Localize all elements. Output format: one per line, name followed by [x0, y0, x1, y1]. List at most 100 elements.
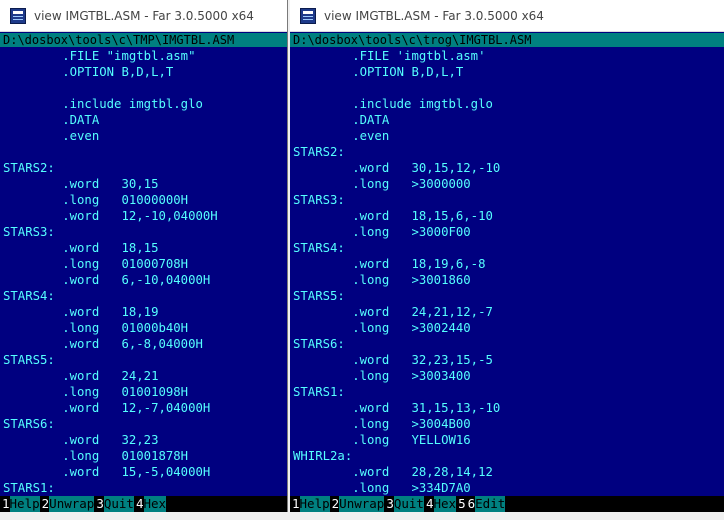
function-key-f6[interactable]: 6 Edit	[465, 496, 506, 512]
code-line: .OPTION B,D,L,T	[293, 65, 464, 79]
right-title-bar[interactable]: view IMGTBL.ASM - Far 3.0.5000 x64	[290, 0, 724, 32]
code-line: STARS1:	[3, 481, 55, 495]
left-title-bar[interactable]: view IMGTBL.ASM - Far 3.0.5000 x64	[0, 0, 287, 32]
function-key-f2[interactable]: 2 Unwrap	[39, 496, 95, 512]
code-line: .word 18,15,6,-10	[293, 209, 493, 223]
function-key-label: Help	[9, 496, 40, 512]
code-line: .DATA	[293, 113, 390, 127]
function-key-f4[interactable]: 4 Hex	[133, 496, 167, 512]
code-line: .word 15,-5,04000H	[3, 465, 211, 479]
code-line: .include imgtbl.glo	[3, 97, 203, 111]
code-line: .long >3001860	[293, 273, 471, 287]
function-key-f1[interactable]: 1 Help	[0, 496, 40, 512]
left-window-title: view IMGTBL.ASM - Far 3.0.5000 x64	[34, 8, 254, 23]
right-file-path: D:\dosbox\tools\c\trog\IMGTBL.ASM	[290, 33, 724, 47]
function-key-number: 2	[329, 496, 340, 512]
code-line: .word 30,15,12,-10	[293, 161, 501, 175]
code-line: .FILE "imgtbl.asm"	[3, 49, 196, 63]
code-line: WHIRL2a:	[293, 449, 353, 463]
code-line: STARS6:	[3, 417, 55, 431]
function-key-f5[interactable]: 5	[456, 496, 466, 512]
left-file-path: D:\dosbox\tools\c\TMP\IMGTBL.ASM	[0, 33, 287, 47]
function-key-label: Help	[299, 496, 330, 512]
code-line: .long >3002440	[293, 321, 471, 335]
function-key-number: 3	[384, 496, 394, 512]
left-function-key-bar: 1 Help 2 Unwrap 3 Quit 4 Hex	[0, 496, 287, 512]
function-key-label: Hex	[143, 496, 167, 512]
function-key-label: Edit	[475, 496, 506, 512]
code-line: .long >3000F00	[293, 225, 471, 239]
code-line: .word 24,21	[3, 369, 159, 383]
code-line: .even	[293, 129, 390, 143]
code-line: .long YELLOW16	[293, 433, 471, 447]
code-line: .long >3004B00	[293, 417, 471, 431]
code-line: .FILE 'imgtbl.asm'	[293, 49, 486, 63]
function-key-f2[interactable]: 2 Unwrap	[329, 496, 385, 512]
function-key-number: 1	[290, 496, 300, 512]
code-line: STARS4:	[293, 241, 345, 255]
function-key-f4[interactable]: 4 Hex	[423, 496, 457, 512]
code-line: .long >334D7A0	[293, 481, 471, 495]
right-code-view[interactable]: .FILE 'imgtbl.asm' .OPTION B,D,L,T .incl…	[293, 48, 724, 496]
code-line: .long 01001098H	[3, 385, 189, 399]
code-line: .DATA	[3, 113, 100, 127]
code-line: .word 18,19,6,-8	[293, 257, 486, 271]
code-line: .word 12,-7,04000H	[3, 401, 211, 415]
code-line: STARS2:	[3, 161, 55, 175]
function-key-number: 2	[39, 496, 50, 512]
code-line: .word 32,23	[3, 433, 159, 447]
code-line: .include imgtbl.glo	[293, 97, 493, 111]
function-key-f3[interactable]: 3 Quit	[94, 496, 134, 512]
code-line: .long 01000000H	[3, 193, 189, 207]
code-line: .word 6,-10,04000H	[3, 273, 211, 287]
code-line: STARS3:	[3, 225, 55, 239]
code-line: .word 28,28,14,12	[293, 465, 493, 479]
code-line: .word 24,21,12,-7	[293, 305, 493, 319]
function-key-number: 4	[133, 496, 144, 512]
code-line: STARS3:	[293, 193, 345, 207]
code-line: STARS6:	[293, 337, 345, 351]
code-line: .word 18,15	[3, 241, 159, 255]
code-line: .word 32,23,15,-5	[293, 353, 493, 367]
right-function-key-bar: 1 Help 2 Unwrap 3 Quit 4 Hex 5 6 Edit	[290, 496, 724, 512]
function-key-label: Unwrap	[339, 496, 385, 512]
function-key-f1[interactable]: 1 Help	[290, 496, 330, 512]
function-key-number: 3	[94, 496, 104, 512]
function-key-number: 5	[456, 496, 466, 512]
function-key-label: Unwrap	[49, 496, 95, 512]
code-line: .long >3000000	[293, 177, 471, 191]
far-app-icon	[300, 7, 316, 24]
code-line: .OPTION B,D,L,T	[3, 65, 174, 79]
function-key-label: Quit	[393, 496, 424, 512]
code-line: STARS4:	[3, 289, 55, 303]
function-key-label: Quit	[103, 496, 134, 512]
code-line: .word 31,15,13,-10	[293, 401, 501, 415]
left-viewer-window[interactable]: view IMGTBL.ASM - Far 3.0.5000 x64 D:\do…	[0, 0, 288, 520]
code-line: .long 01000708H	[3, 257, 189, 271]
code-line: .word 12,-10,04000H	[3, 209, 218, 223]
code-line: .even	[3, 129, 100, 143]
far-app-icon	[10, 7, 26, 24]
left-code-view[interactable]: .FILE "imgtbl.asm" .OPTION B,D,L,T .incl…	[3, 48, 287, 496]
code-line: .word 6,-8,04000H	[3, 337, 203, 351]
code-line: STARS1:	[293, 385, 345, 399]
code-line: .word 18,19	[3, 305, 159, 319]
code-line: STARS5:	[293, 289, 345, 303]
function-key-label: Hex	[433, 496, 457, 512]
right-viewer-window[interactable]: view IMGTBL.ASM - Far 3.0.5000 x64 D:\do…	[290, 0, 724, 520]
function-key-number: 1	[0, 496, 10, 512]
code-line: .word 30,15	[3, 177, 159, 191]
function-key-f3[interactable]: 3 Quit	[384, 496, 424, 512]
function-key-number: 6	[465, 496, 476, 512]
right-window-title: view IMGTBL.ASM - Far 3.0.5000 x64	[324, 8, 544, 23]
function-key-number: 4	[423, 496, 434, 512]
code-line: .long 01000b40H	[3, 321, 189, 335]
code-line: STARS2:	[293, 145, 345, 159]
code-line: .long 01001878H	[3, 449, 189, 463]
code-line: .long >3003400	[293, 369, 471, 383]
desktop-strip	[0, 512, 724, 520]
code-line: STARS5:	[3, 353, 55, 367]
